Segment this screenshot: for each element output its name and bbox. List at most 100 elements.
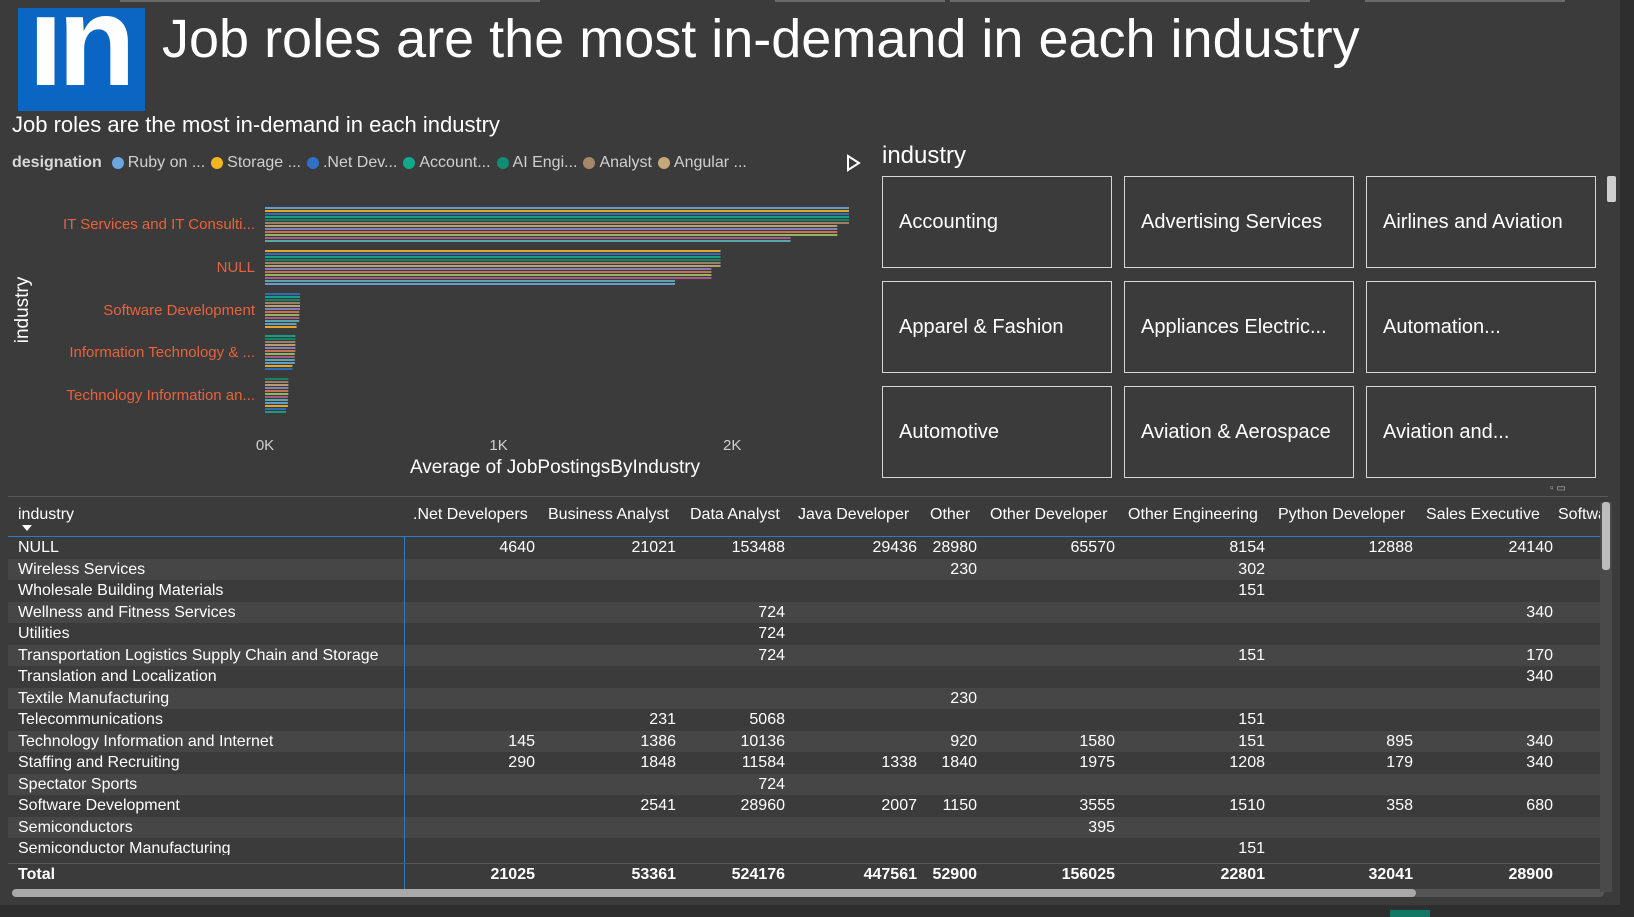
total-value-cell: 52900 <box>932 866 978 883</box>
slicer-tile[interactable]: Accounting <box>882 176 1112 268</box>
slicer-tile[interactable]: Aviation and... <box>1366 386 1596 478</box>
row-value-cell: 21021 <box>631 539 677 556</box>
row-value-cell: 358 <box>1386 797 1413 814</box>
row-value-cell: 151 <box>1238 732 1265 750</box>
slicer-tile[interactable]: Automotive <box>882 386 1112 478</box>
column-divider <box>404 537 405 889</box>
table-row[interactable]: Utilities 724 <box>8 623 1606 645</box>
table-row[interactable]: NULL 4640 21021 153488 29436 28980 65570 8154 12… <box>8 537 1606 559</box>
slicer-tile[interactable]: Automation... <box>1366 281 1596 373</box>
row-value-cell: 151 <box>1238 840 1265 855</box>
row-value-cell: 1386 <box>640 732 676 750</box>
matrix-table: industry .Net Developers Business Analyst D… <box>8 496 1608 899</box>
column-header[interactable]: Business Analyst <box>548 505 669 525</box>
table-row[interactable]: Wellness and Fitness Services 724 340 <box>8 601 1606 623</box>
bar <box>265 350 296 352</box>
column-header[interactable]: .Net Developers <box>413 505 528 525</box>
chart-title: Job roles are the most in-demand in each… <box>12 112 500 137</box>
slicer-tile[interactable]: Airlines and Aviation <box>1366 176 1596 268</box>
bar <box>265 344 296 346</box>
row-value-cell: 5068 <box>749 711 785 728</box>
row-value-cell: 920 <box>950 732 977 750</box>
top-tab-strip <box>950 0 1310 2</box>
table-row[interactable]: Semiconductor Manufacturing 151 <box>8 838 1606 855</box>
bar <box>265 393 289 395</box>
bar <box>265 305 301 307</box>
row-value-cell: 1975 <box>1079 754 1115 771</box>
slicer-scrollbar[interactable] <box>1607 176 1616 202</box>
scroll-thumb[interactable] <box>12 889 1416 897</box>
bar <box>265 411 287 413</box>
legend-item[interactable]: .Net Dev... <box>306 154 397 172</box>
bar <box>265 256 721 258</box>
bar <box>265 387 289 389</box>
bar <box>265 320 300 322</box>
column-header[interactable]: Other <box>930 505 970 525</box>
row-value-cell: 2541 <box>640 797 676 814</box>
column-header[interactable]: Other Developer <box>990 505 1107 525</box>
bar <box>265 253 721 255</box>
legend-item[interactable]: Analyst <box>583 154 652 172</box>
row-value-cell: 170 <box>1526 646 1553 664</box>
table-row[interactable]: Telecommunications 231 5068 151 <box>8 709 1606 731</box>
row-value-cell: 29436 <box>872 539 918 556</box>
column-header[interactable]: industry <box>18 505 74 525</box>
column-header[interactable]: Python Developer <box>1278 505 1405 525</box>
bar <box>265 362 295 364</box>
bar <box>265 359 295 361</box>
legend-item[interactable]: Account... <box>403 154 491 172</box>
sort-descending-icon[interactable] <box>22 525 32 531</box>
legend-item[interactable]: Ruby on ... <box>111 154 205 172</box>
table-row[interactable]: Spectator Sports 724 <box>8 773 1606 795</box>
category-label: NULL <box>217 259 255 276</box>
horizontal-scrollbar[interactable] <box>12 889 1604 897</box>
legend-item[interactable]: Angular ... <box>657 154 747 172</box>
row-value-cell: 24140 <box>1508 539 1554 556</box>
bar <box>265 308 301 310</box>
slicer-tile-label: Appliances Electric... <box>1141 315 1327 338</box>
table-row[interactable]: Textile Manufacturing 230 <box>8 687 1606 709</box>
table-row[interactable]: Transportation Logistics Supply Chain an… <box>8 644 1606 666</box>
row-value-cell: 1840 <box>941 754 977 771</box>
legend-dot-icon <box>496 157 509 169</box>
row-value-cell: 8154 <box>1229 539 1265 556</box>
table-row[interactable]: Translation and Localization 340 <box>8 666 1606 688</box>
bar <box>265 338 296 340</box>
slicer-tile-label: Automation... <box>1383 315 1501 338</box>
scroll-thumb[interactable] <box>1602 502 1610 570</box>
legend-label: Storage ... <box>227 154 301 171</box>
legend-next-icon[interactable] <box>845 154 861 172</box>
bar <box>265 210 849 212</box>
bar <box>265 271 712 273</box>
table-row[interactable]: Technology Information and Internet 145 13… <box>8 730 1606 752</box>
slicer-tile[interactable]: Advertising Services <box>1124 176 1354 268</box>
table-row[interactable]: Staffing and Recruiting 290 1848 11584 1338 1… <box>8 752 1606 774</box>
total-value-cell: 22801 <box>1220 866 1266 883</box>
table-row[interactable]: Wholesale Building Materials 151 <box>8 580 1606 602</box>
column-header[interactable]: Sales Executive <box>1426 505 1540 525</box>
row-value-cell: 724 <box>758 625 785 642</box>
slicer-tile[interactable]: Aviation & Aerospace <box>1124 386 1354 478</box>
column-header[interactable]: Other Engineering <box>1128 505 1258 525</box>
slicer-tile-label: Airlines and Aviation <box>1383 210 1563 233</box>
table-row[interactable]: Semiconductors 395 <box>8 816 1606 838</box>
column-header[interactable]: Java Developer <box>798 505 909 525</box>
vertical-scrollbar[interactable] <box>1600 502 1612 892</box>
row-industry-cell: Semiconductor Manufacturing <box>18 840 231 855</box>
row-value-cell: 1150 <box>942 797 977 814</box>
legend-item[interactable]: Storage ... <box>211 154 301 172</box>
bar <box>265 296 301 298</box>
table-header: industry .Net Developers Business Analyst D… <box>8 497 1608 537</box>
legend-item[interactable]: AI Engi... <box>496 154 577 172</box>
slicer-tile[interactable]: Apparel & Fashion <box>882 281 1112 373</box>
slicer-tile[interactable]: Appliances Electric... <box>1124 281 1354 373</box>
table-row[interactable]: Wireless Services 230 302 <box>8 558 1606 580</box>
column-header[interactable]: Data Analyst <box>690 505 780 525</box>
bar <box>265 368 293 370</box>
visual-options-icon[interactable]: ▫ ▭ <box>1550 483 1566 494</box>
row-industry-cell: Textile Manufacturing <box>18 689 170 707</box>
row-value-cell: 151 <box>1238 582 1265 599</box>
table-row[interactable]: Software Development 2541 28960 2007 1150 355… <box>8 795 1606 817</box>
bar <box>265 277 712 279</box>
bar <box>265 384 289 386</box>
